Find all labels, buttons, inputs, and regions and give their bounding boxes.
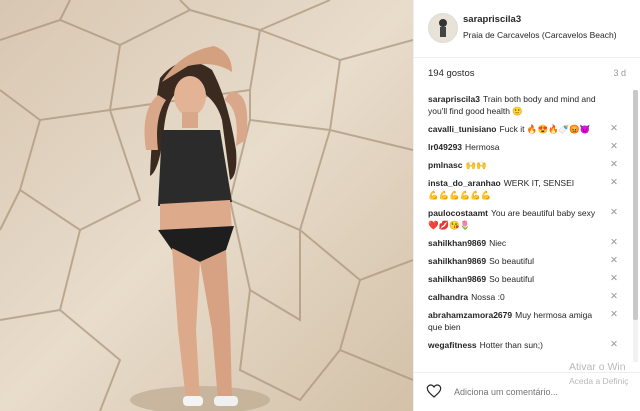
comment-text: Niec bbox=[489, 238, 507, 248]
comment-user[interactable]: pmlnasc bbox=[428, 160, 463, 170]
delete-comment-icon[interactable]: ✕ bbox=[610, 309, 618, 321]
comments-scrollbar[interactable] bbox=[633, 90, 638, 362]
delete-comment-icon[interactable]: ✕ bbox=[610, 207, 618, 219]
post-username[interactable]: sarapriscila3 bbox=[463, 14, 521, 25]
avatar[interactable] bbox=[428, 13, 458, 43]
delete-comment-icon[interactable]: ✕ bbox=[610, 339, 618, 351]
activation-watermark: Ativar o Win Aceda a Definiç bbox=[569, 360, 629, 388]
comment-item: calhandra Nossa :0 ✕ bbox=[414, 288, 640, 306]
post-header: sarapriscila3 Praia de Carcavelos (Carca… bbox=[414, 0, 640, 58]
delete-comment-icon[interactable]: ✕ bbox=[610, 255, 618, 267]
comment-text: Nossa :0 bbox=[471, 292, 505, 302]
comment-item: abrahamzamora2679 Muy hermosa amiga que b… bbox=[414, 306, 640, 336]
delete-comment-icon[interactable]: ✕ bbox=[610, 177, 618, 189]
comment-user[interactable]: abrahamzamora2679 bbox=[428, 310, 512, 320]
avatar-image bbox=[429, 14, 457, 42]
comment-user[interactable]: insta_do_aranhao bbox=[428, 178, 501, 188]
scrollbar-thumb[interactable] bbox=[633, 90, 638, 320]
comments-list: sarapriscila3 Train both body and mind an… bbox=[414, 90, 640, 372]
comment-item: wegafitness Hotter than sun;) ✕ bbox=[414, 336, 640, 354]
comment-user[interactable]: sahilkhan9869 bbox=[428, 238, 486, 248]
delete-comment-icon[interactable]: ✕ bbox=[610, 291, 618, 303]
comment-text: 🙌🙌 bbox=[465, 160, 487, 170]
comment-user[interactable]: sahilkhan9869 bbox=[428, 274, 486, 284]
comment-item: pmlnasc 🙌🙌 ✕ bbox=[414, 156, 640, 174]
watermark-line2: Aceda a Definiç bbox=[569, 376, 629, 386]
comment-text: WERK IT, SENSEI bbox=[503, 178, 575, 188]
comment-item: lr049293 Hermosa ✕ bbox=[414, 138, 640, 156]
comment-text: So beautiful bbox=[489, 274, 535, 284]
comment-user[interactable]: calhandra bbox=[428, 292, 468, 302]
delete-comment-icon[interactable]: ✕ bbox=[610, 237, 618, 249]
post-photo[interactable] bbox=[0, 0, 413, 411]
comment-text: Hotter than sun;) bbox=[479, 340, 543, 350]
comment-user[interactable]: lr049293 bbox=[428, 142, 462, 152]
post-panel: sarapriscila3 Praia de Carcavelos (Carca… bbox=[413, 0, 640, 411]
comment-text: Hermosa bbox=[465, 142, 500, 152]
comment-user[interactable]: cavalli_tunisiano bbox=[428, 124, 497, 134]
heart-icon[interactable] bbox=[426, 383, 442, 399]
comment-item: cavalli_tunisiano Fuck it 🔥😍🔥🍼😡😈 ✕ bbox=[414, 120, 640, 138]
delete-comment-icon[interactable]: ✕ bbox=[610, 141, 618, 153]
comment-item: sahilkhan9869 So beautiful ✕ bbox=[414, 270, 640, 288]
post-location[interactable]: Praia de Carcavelos (Carcavelos Beach) bbox=[463, 30, 617, 40]
delete-comment-icon[interactable]: ✕ bbox=[610, 159, 618, 171]
delete-comment-icon[interactable]: ✕ bbox=[610, 273, 618, 285]
comment-text: Fuck it 🔥😍🔥🍼😡😈 bbox=[499, 124, 591, 134]
comment-text-continued: 💪💪💪💪💪💪 bbox=[428, 190, 492, 200]
likes-count[interactable]: 194 gostos bbox=[428, 68, 474, 79]
delete-comment-icon[interactable]: ✕ bbox=[610, 123, 618, 135]
comment-user[interactable]: sarapriscila3 bbox=[428, 94, 480, 104]
comment-item: insta_do_aranhao WERK IT, SENSEI ✕ 💪💪💪💪💪💪 bbox=[414, 174, 640, 204]
comment-text: So beautiful bbox=[489, 256, 535, 266]
comment-item: sahilkhan9869 Niec ✕ bbox=[414, 234, 640, 252]
watermark-line1: Ativar o Win bbox=[569, 361, 626, 373]
comment-user[interactable]: sahilkhan9869 bbox=[428, 256, 486, 266]
comment-item: sahilkhan9869 So beautiful ✕ bbox=[414, 252, 640, 270]
comment-user[interactable]: wegafitness bbox=[428, 340, 477, 350]
photo-image bbox=[0, 0, 413, 411]
comment-item: paulocostaamt You are beautiful baby sexy… bbox=[414, 204, 640, 234]
comment-caption: sarapriscila3 Train both body and mind an… bbox=[414, 90, 640, 120]
post-time: 3 d bbox=[613, 68, 626, 78]
comment-user[interactable]: paulocostaamt bbox=[428, 208, 488, 218]
